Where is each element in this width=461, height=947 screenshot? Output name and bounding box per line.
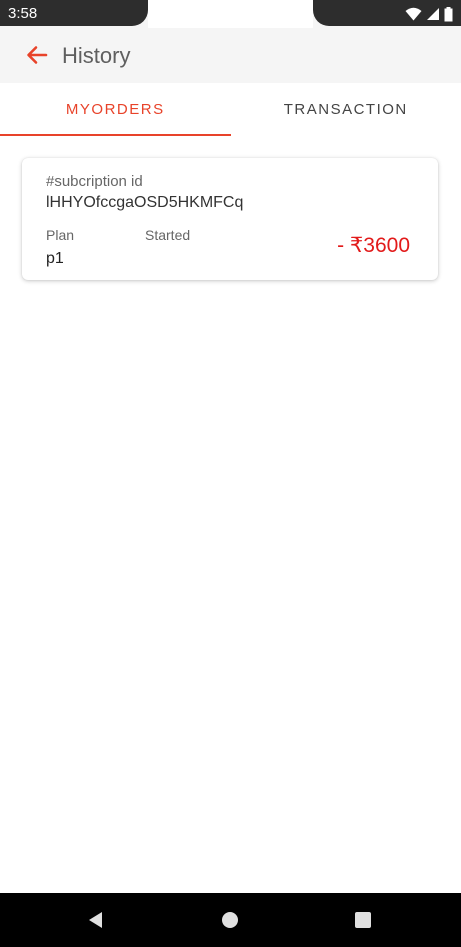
plan-value: p1 <box>46 250 64 267</box>
status-bar-right <box>313 0 461 26</box>
tab-myorders-label: MYORDERS <box>65 101 165 118</box>
arrow-left-icon <box>27 46 48 64</box>
tab-selected-indicator <box>0 134 231 136</box>
status-time: 3:58 <box>8 5 38 22</box>
battery-icon <box>444 6 453 21</box>
order-card[interactable]: #subcription id lHHYOfccgaOSD5HKMFCq Pla… <box>22 158 438 280</box>
page-title: History <box>62 43 131 68</box>
back-triangle-icon <box>89 912 102 928</box>
status-bar: 3:58 <box>0 0 461 54</box>
order-amount: - ₹3600 <box>337 234 410 257</box>
started-label: Started <box>145 227 191 243</box>
subscription-id-label: #subcription id <box>46 173 143 190</box>
back-button[interactable] <box>24 42 50 68</box>
status-bar-left: 3:58 <box>0 0 148 26</box>
tab-bar: MYORDERS TRANSACTION <box>0 83 461 136</box>
nav-home-button[interactable] <box>217 907 243 933</box>
nav-recents-button[interactable] <box>350 907 376 933</box>
wifi-icon <box>405 7 422 21</box>
tab-transaction-label: TRANSACTION <box>283 101 408 118</box>
recents-square-icon <box>355 912 371 928</box>
signal-icon <box>427 8 439 20</box>
system-nav-bar <box>0 893 461 947</box>
subscription-id-value: lHHYOfccgaOSD5HKMFCq <box>46 194 244 211</box>
status-icons <box>405 6 453 22</box>
tab-myorders[interactable]: MYORDERS <box>0 83 231 136</box>
nav-back-button[interactable] <box>83 907 109 933</box>
tab-transaction[interactable]: TRANSACTION <box>231 83 461 136</box>
home-circle-icon <box>222 912 238 928</box>
history-screen: 3:58 History MYORDERS TRANSACTION #subcr… <box>0 0 461 947</box>
plan-label: Plan <box>46 227 75 243</box>
app-bar: History <box>0 28 461 83</box>
